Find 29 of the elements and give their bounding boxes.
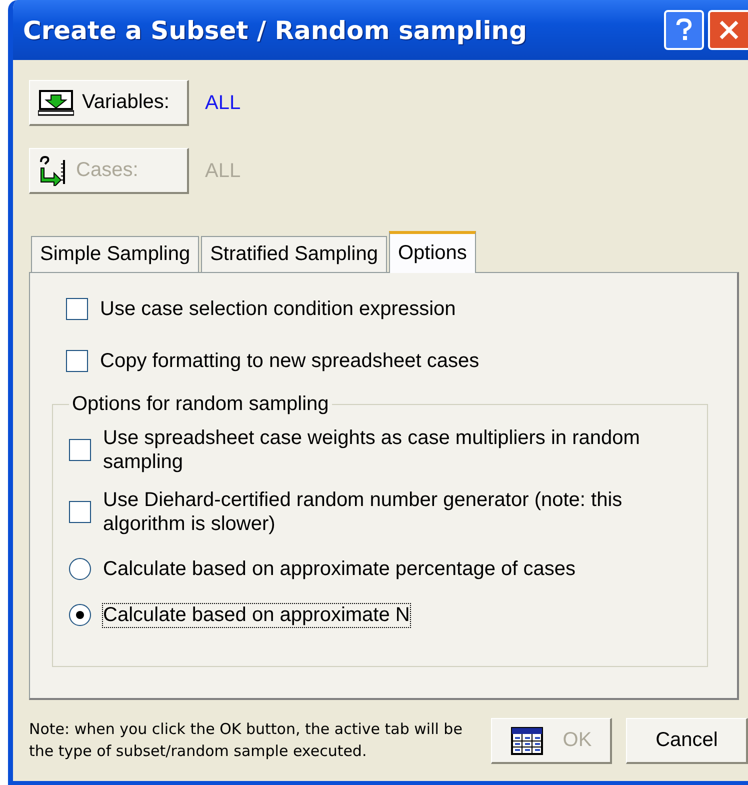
selection-value: ALL xyxy=(205,92,241,114)
radio-button[interactable] xyxy=(69,604,91,626)
table-icon xyxy=(510,726,543,754)
checkbox[interactable] xyxy=(69,439,91,461)
checkbox[interactable] xyxy=(66,350,88,372)
selection-value: ALL xyxy=(205,160,241,182)
checkbox[interactable] xyxy=(66,298,88,320)
radio-label: Calculate based on approximate percentage of cases xyxy=(103,558,576,580)
close-button[interactable] xyxy=(708,10,748,50)
window-title: Create a Subset / Random sampling xyxy=(23,16,527,44)
tab[interactable]: Options xyxy=(388,231,476,273)
checkbox-label: Use Diehard-certified random number generator (note: this algorithm is slower) xyxy=(103,488,624,536)
tab[interactable]: Stratified Sampling xyxy=(201,236,387,272)
tab[interactable]: Simple Sampling xyxy=(31,236,200,272)
selector-button[interactable]: Variables: xyxy=(29,80,189,126)
close-icon xyxy=(718,19,740,41)
checkbox-label: Copy formatting to new spreadsheet cases xyxy=(100,350,480,372)
radio-button[interactable] xyxy=(69,558,91,580)
monitor-icon xyxy=(38,90,74,116)
group-title: Options for random sampling xyxy=(71,393,330,416)
dialog-button[interactable]: Cancel xyxy=(626,718,748,764)
checkbox-label: Use case selection condition expression xyxy=(100,298,456,320)
help-icon xyxy=(674,18,694,42)
checkbox-label: Use spreadsheet case weights as case multipliers in random sampling xyxy=(103,426,641,474)
cases-icon xyxy=(38,156,68,186)
checkbox[interactable] xyxy=(69,501,91,523)
note-text: Note: when you click the OK button, the active tab will be the type of subset/random sample executed. xyxy=(29,719,464,762)
radio-label: Calculate based on approximate N xyxy=(103,604,410,626)
help-button[interactable] xyxy=(664,10,704,50)
